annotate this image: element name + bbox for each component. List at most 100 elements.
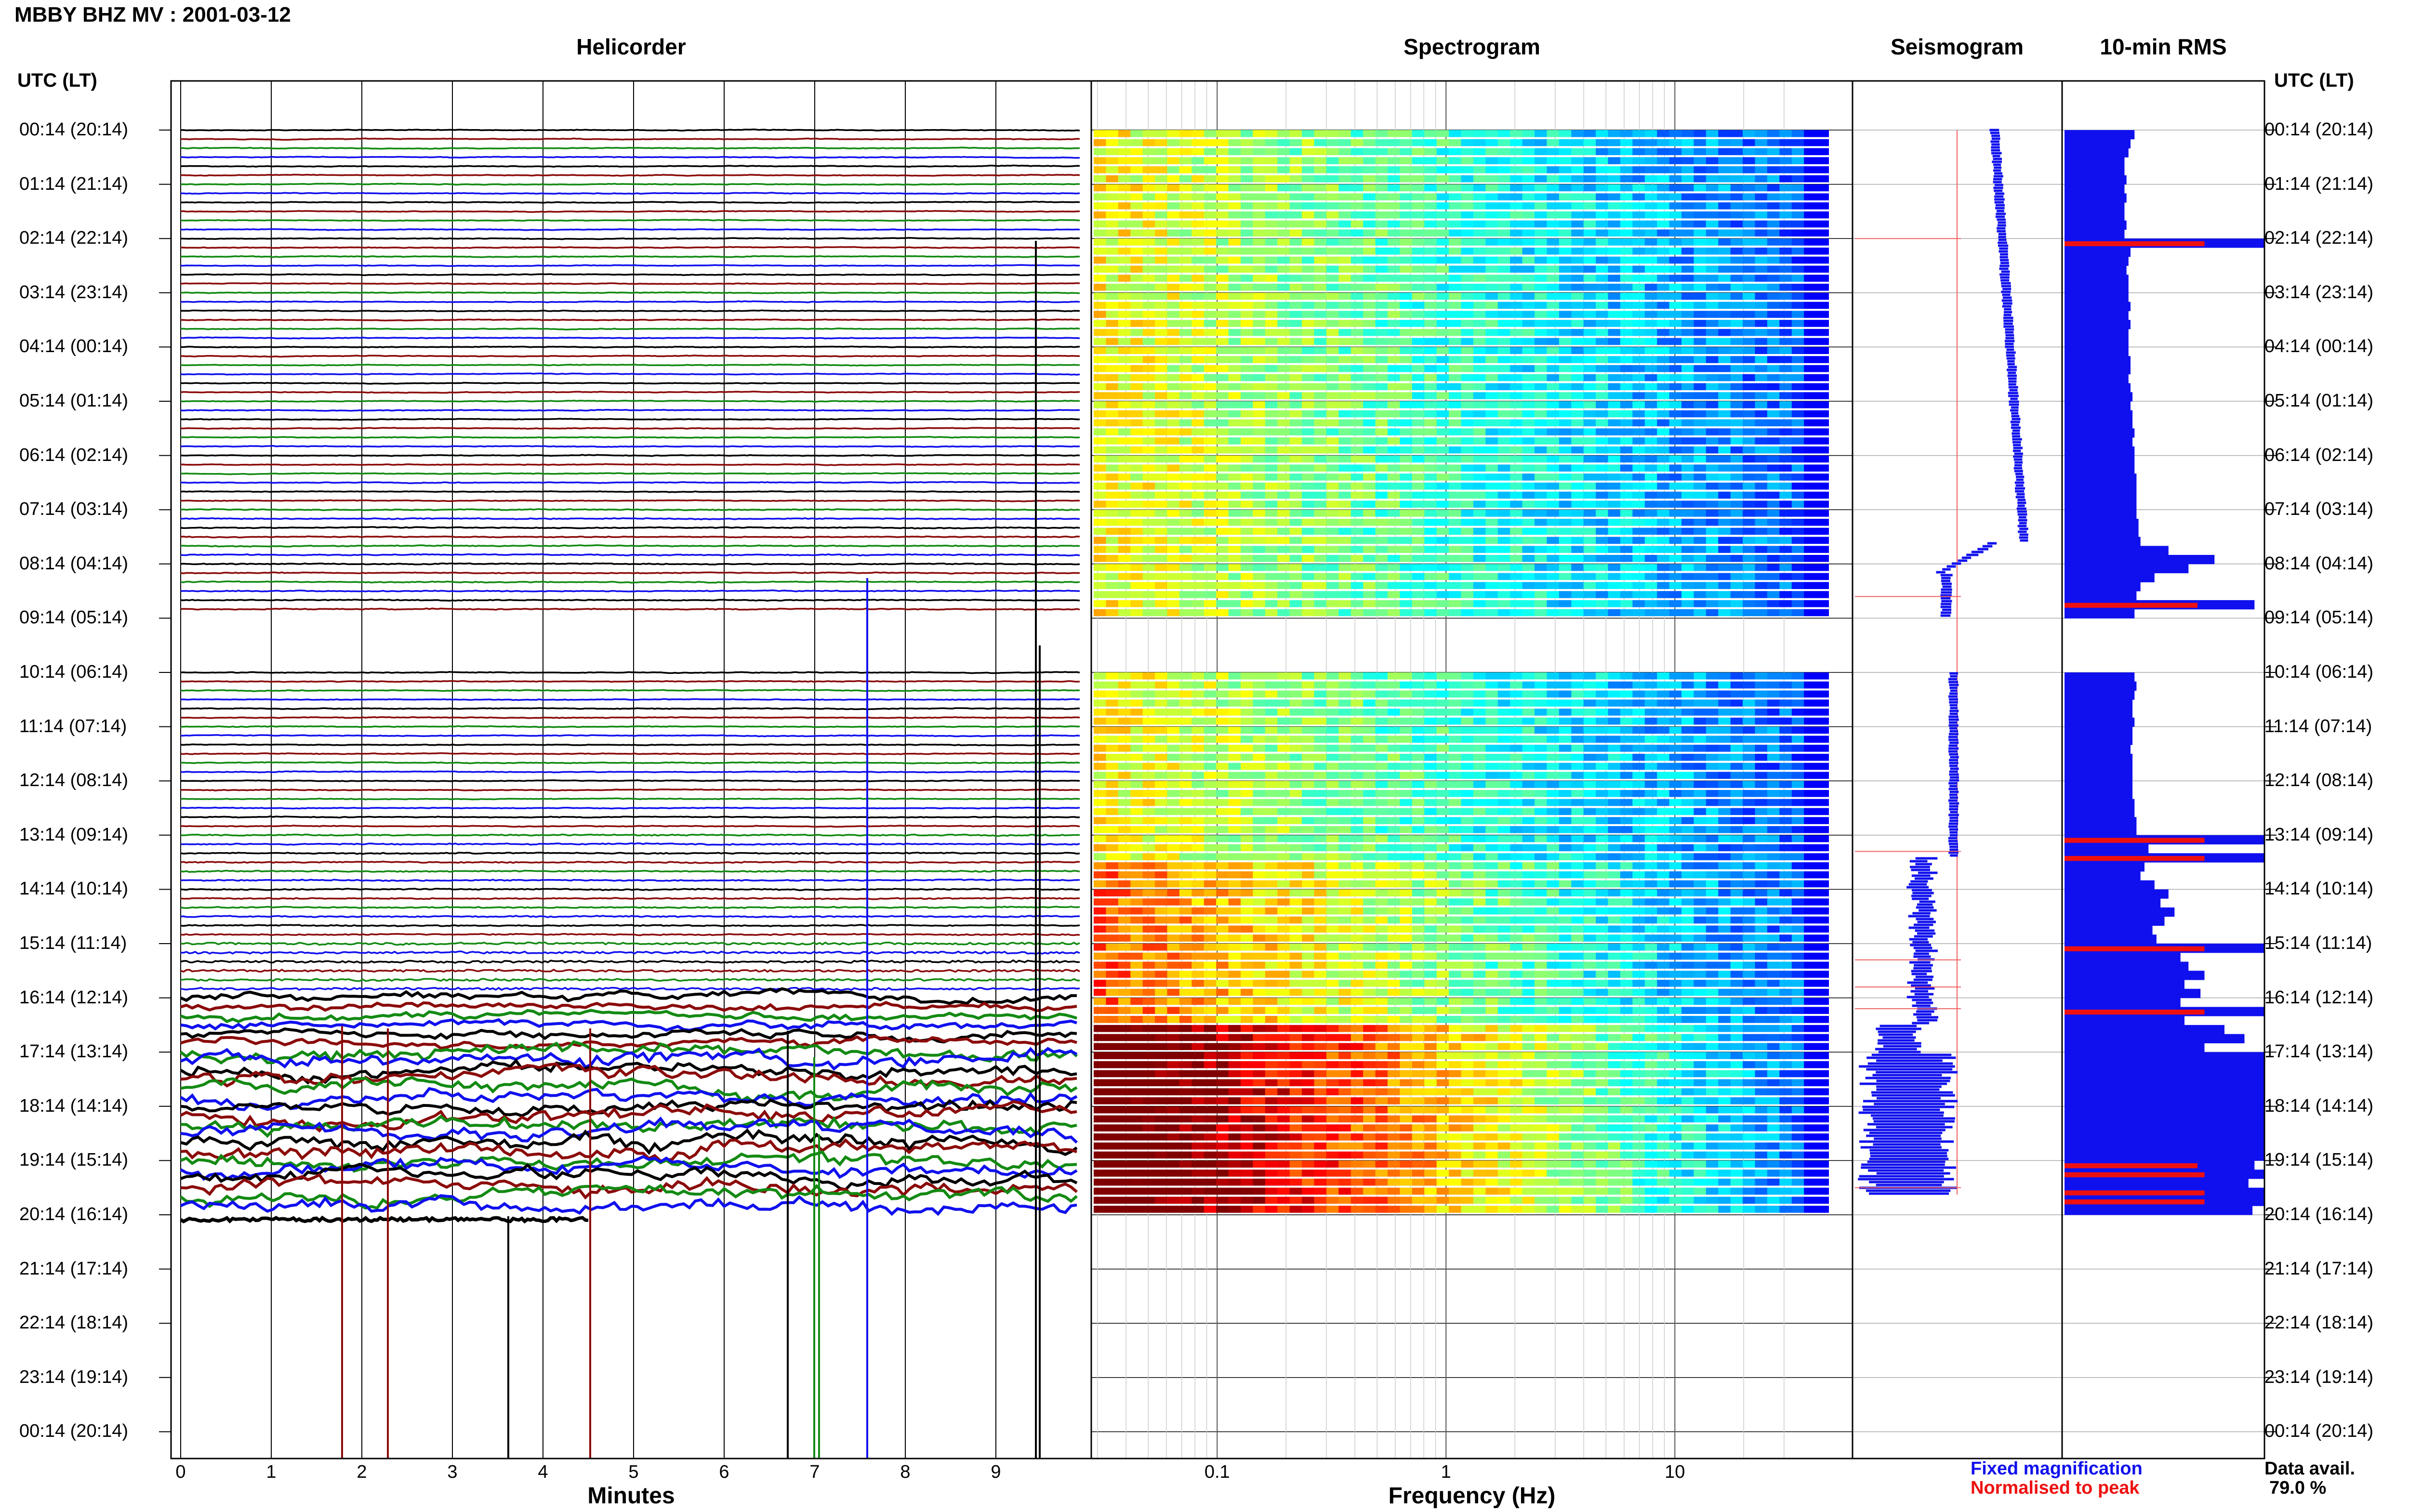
spectrogram-cell xyxy=(1400,157,1413,164)
spectrogram-cell xyxy=(1412,275,1425,282)
spectrogram-cell xyxy=(1461,527,1474,535)
spectrogram-cell xyxy=(1620,844,1633,852)
spectrogram-cell xyxy=(1350,510,1364,517)
spectrogram-cell xyxy=(1130,238,1143,246)
spectrogram-cell xyxy=(1559,437,1572,445)
spectrogram-cell xyxy=(1608,157,1621,164)
spectrogram-cell xyxy=(1743,238,1756,246)
spectrogram-cell xyxy=(1755,898,1768,906)
spectrogram-cell xyxy=(1179,835,1192,842)
spectrogram-cell xyxy=(1669,880,1682,888)
spectrogram-cell xyxy=(1191,736,1204,743)
spectrogram-cell xyxy=(1216,772,1229,779)
spectrogram-cell xyxy=(1583,256,1597,264)
spectrogram-cell xyxy=(1167,609,1180,617)
spectrogram-cell xyxy=(1535,546,1548,553)
spectrogram-cell xyxy=(1265,356,1278,363)
spectrogram-cell xyxy=(1669,202,1682,210)
spectrogram-cell xyxy=(1179,166,1192,173)
spectrogram-cell xyxy=(1277,175,1290,183)
spectrogram-cell xyxy=(1547,401,1560,408)
spectrogram-cell xyxy=(1755,211,1768,219)
spectrogram-cell xyxy=(1277,229,1290,237)
spectrogram-cell xyxy=(1179,898,1192,906)
spectrogram-cell xyxy=(1179,383,1192,391)
spectrogram-cell xyxy=(1706,591,1719,598)
spectrogram-cell xyxy=(1314,862,1327,869)
spectrogram-cell xyxy=(1779,410,1792,418)
spectrogram-cell xyxy=(1167,573,1180,580)
spectrogram-cell xyxy=(1277,265,1290,273)
spectrogram-cell xyxy=(1265,446,1278,454)
spectrogram-cell xyxy=(1191,193,1204,200)
spectrogram-cell xyxy=(1681,880,1694,888)
spectrogram-cell xyxy=(1142,745,1156,752)
spectrogram-cell xyxy=(1094,709,1107,716)
spectrogram-cell xyxy=(1657,519,1670,526)
spectrogram-cell xyxy=(1253,527,1266,535)
spectrogram-cell xyxy=(1779,600,1792,607)
spectrogram-cell xyxy=(1179,736,1192,743)
spectrogram-cell xyxy=(1791,482,1805,490)
spectrogram-cell xyxy=(1155,717,1168,725)
spectrogram-cell xyxy=(1718,726,1731,734)
spectrogram-cell xyxy=(1094,609,1107,617)
spectrogram-cell xyxy=(1816,338,1829,345)
spectrogram-cell xyxy=(1473,473,1486,481)
spectrogram-cell xyxy=(1094,763,1107,770)
spectrogram-cell xyxy=(1094,356,1107,363)
spectrogram-cell xyxy=(1424,455,1437,463)
spectrogram-cell xyxy=(1608,889,1621,896)
spectrogram-cell xyxy=(1681,193,1694,200)
spectrogram-cell xyxy=(1338,220,1351,228)
spectrogram-cell xyxy=(1179,428,1192,435)
spectrogram-cell xyxy=(1350,437,1364,445)
spectrogram-cell xyxy=(1216,437,1229,445)
spectrogram-cell xyxy=(1571,292,1584,300)
spectrogram-cell xyxy=(1743,401,1756,408)
spectrogram-cell xyxy=(1583,907,1597,915)
spectrogram-cell xyxy=(1155,320,1168,327)
spectrogram-cell xyxy=(1142,510,1156,517)
spectrogram-cell xyxy=(1681,781,1694,788)
spectrogram-cell xyxy=(1559,500,1572,508)
spectrogram-cell xyxy=(1620,808,1633,815)
spectrogram-cell xyxy=(1142,256,1156,264)
spectrogram-cell xyxy=(1730,582,1744,589)
spectrogram-cell xyxy=(1277,817,1290,824)
spectrogram-cell xyxy=(1436,256,1450,264)
spectrogram-cell xyxy=(1559,510,1572,517)
spectrogram-cell xyxy=(1130,591,1143,598)
spectrogram-cell xyxy=(1694,365,1707,372)
spectrogram-cell xyxy=(1265,437,1278,445)
spectrogram-cell xyxy=(1265,347,1278,354)
spectrogram-cell xyxy=(1681,699,1694,707)
spectrogram-cell xyxy=(1583,745,1597,752)
spectrogram-cell xyxy=(1179,763,1192,770)
spectrogram-cell xyxy=(1314,365,1327,372)
spectrogram-cell xyxy=(1755,519,1768,526)
spectrogram-cell xyxy=(1130,401,1143,408)
spectrogram-cell xyxy=(1412,256,1425,264)
spectrogram-cell xyxy=(1338,401,1351,408)
spectrogram-cell xyxy=(1204,582,1217,589)
spectrogram-cell xyxy=(1241,356,1254,363)
spectrogram-cell xyxy=(1510,753,1523,761)
spectrogram-cell xyxy=(1155,184,1168,192)
spectrogram-cell xyxy=(1204,401,1217,408)
spectrogram-cell xyxy=(1681,148,1694,156)
spectrogram-cell xyxy=(1473,600,1486,607)
spectrogram-cell xyxy=(1644,591,1658,598)
spectrogram-cell xyxy=(1596,772,1609,779)
spectrogram-cell xyxy=(1179,419,1192,427)
spectrogram-cell xyxy=(1436,690,1450,698)
spectrogram-cell xyxy=(1375,537,1388,544)
spectrogram-cell xyxy=(1302,699,1315,707)
spectrogram-cell xyxy=(1718,437,1731,445)
spectrogram-cell xyxy=(1559,320,1572,327)
spectrogram-cell xyxy=(1449,907,1462,915)
spectrogram-cell xyxy=(1253,139,1266,146)
spectrogram-cell xyxy=(1167,383,1180,391)
spectrogram-cell xyxy=(1767,383,1780,391)
spectrogram-cell xyxy=(1179,455,1192,463)
